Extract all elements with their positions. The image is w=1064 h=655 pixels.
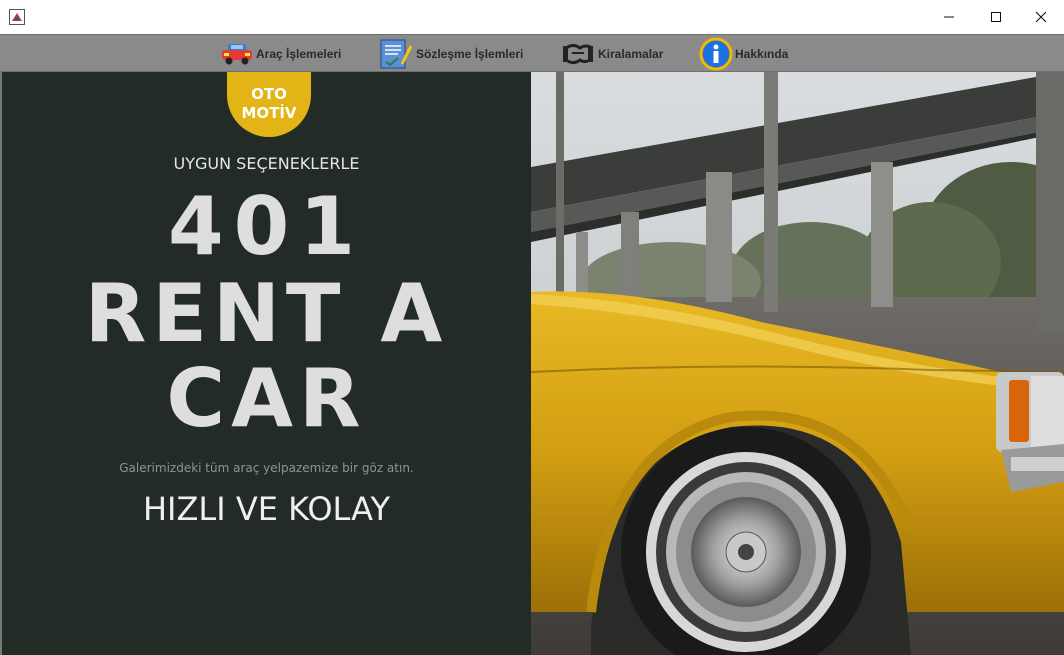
car-photo xyxy=(531,72,1064,655)
java-app-icon xyxy=(9,9,25,25)
info-icon xyxy=(699,37,733,70)
menu-item-label: Kiralamalar xyxy=(598,46,664,61)
menu-item-contract-operations[interactable]: Sözleşme İşlemleri xyxy=(378,37,523,70)
hero-subtitle: Galerimizdeki tüm araç yelpazemize bir g… xyxy=(119,461,414,475)
menu-bar: Araç İşlemeleri Sözleşme İşlemleri Kiral… xyxy=(0,34,1064,72)
minimize-icon xyxy=(944,16,954,18)
hero-title-line3: CAR xyxy=(166,352,367,445)
handshake-icon xyxy=(562,43,594,64)
hero-title-line1: 401 xyxy=(168,180,365,273)
menu-item-label: Hakkında xyxy=(735,46,789,61)
hero-slogan: HIZLI VE KOLAY xyxy=(142,490,391,528)
car-icon xyxy=(222,43,252,64)
yellow-car-under-bridge-image xyxy=(531,72,1064,655)
menu-item-vehicle-operations[interactable]: Araç İşlemeleri xyxy=(220,37,341,70)
maximize-icon xyxy=(991,12,1001,22)
maximize-button[interactable] xyxy=(973,0,1019,34)
title-bar xyxy=(0,0,1064,34)
badge-line2: MOTİV xyxy=(241,103,297,122)
hero-tagline: UYGUN SEÇENEKLERLE xyxy=(173,154,360,173)
hero-panel: OTO MOTİV UYGUN SEÇENEKLERLE 401 RENT A … xyxy=(2,72,531,655)
contract-icon xyxy=(380,39,413,68)
close-button[interactable] xyxy=(1018,0,1064,34)
close-icon xyxy=(1035,11,1047,23)
badge-line1: OTO xyxy=(251,84,287,103)
menu-item-about[interactable]: Hakkında xyxy=(699,37,788,70)
menu-item-label: Sözleşme İşlemleri xyxy=(416,46,524,61)
minimize-button[interactable] xyxy=(926,0,972,34)
otomotiv-badge: OTO MOTİV xyxy=(227,72,311,137)
menu-item-label: Araç İşlemeleri xyxy=(256,46,342,61)
hero-title-line2: RENT A xyxy=(84,267,449,360)
menu-item-rentals[interactable]: Kiralamalar xyxy=(560,37,663,70)
